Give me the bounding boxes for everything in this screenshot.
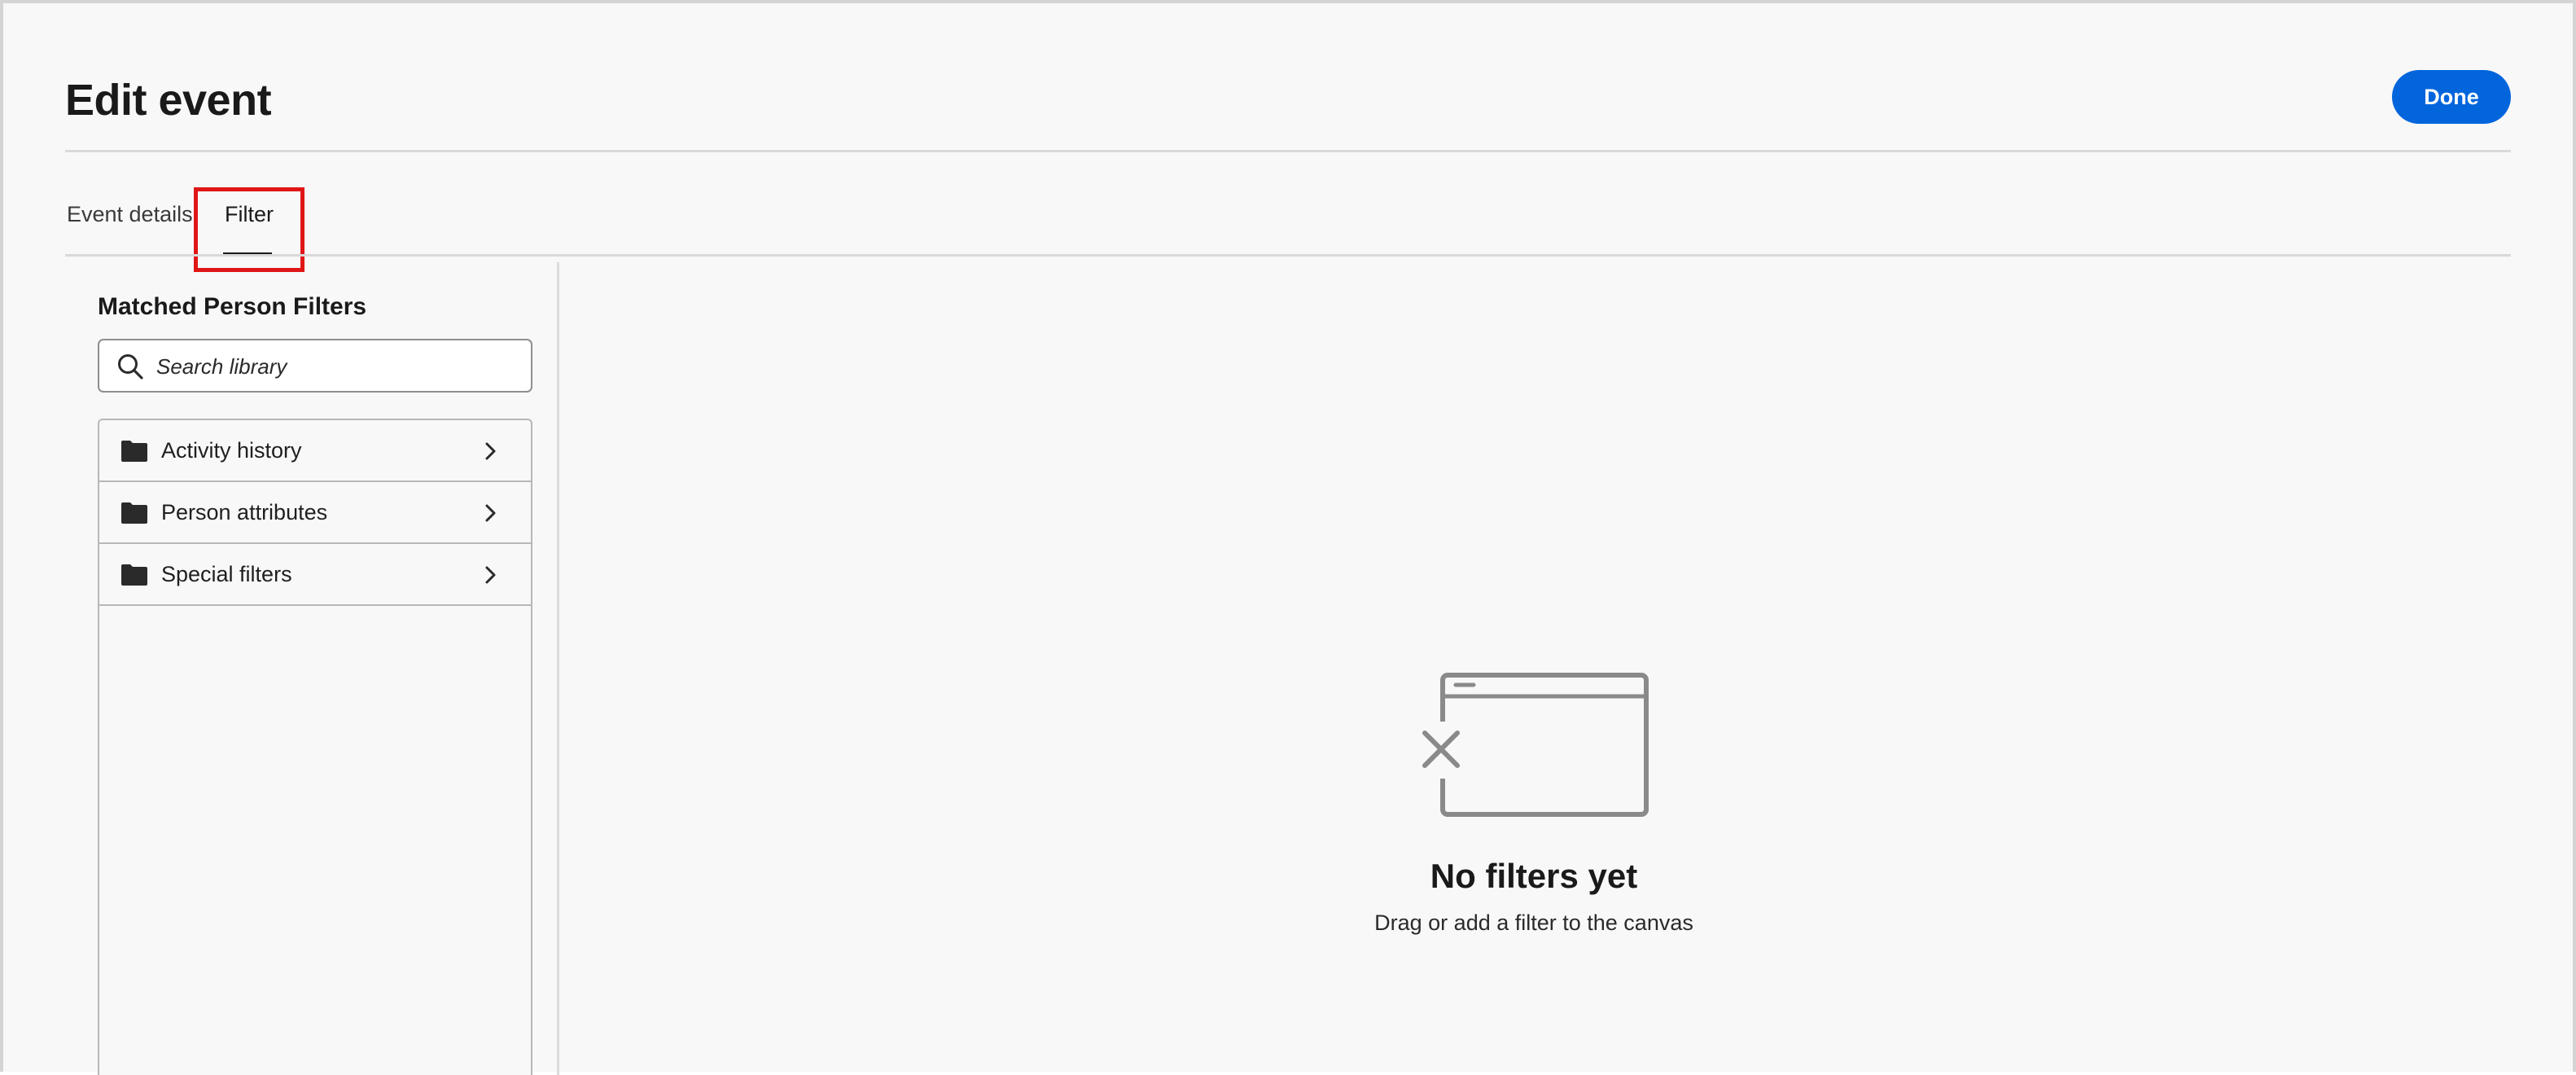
search-input[interactable] [156, 347, 515, 386]
search-icon [118, 354, 143, 380]
list-item-label: Special filters [161, 562, 292, 586]
done-button[interactable]: Done [2392, 70, 2511, 124]
empty-state-title: No filters yet [1430, 857, 1638, 895]
list-item-special-filters[interactable]: Special filters [99, 544, 531, 606]
search-field[interactable] [98, 339, 532, 393]
folder-icon [121, 564, 147, 586]
chevron-right-icon [485, 442, 496, 460]
header-divider [65, 150, 2511, 152]
panel-divider [557, 262, 559, 1075]
chevron-right-icon [485, 566, 496, 584]
chevron-right-icon [485, 504, 496, 522]
panel-heading: Matched Person Filters [98, 293, 367, 320]
list-item-label: Person attributes [161, 500, 328, 524]
list-item-activity-history[interactable]: Activity history [99, 420, 531, 482]
folder-icon [121, 441, 147, 462]
empty-state-subtitle: Drag or add a filter to the canvas [1374, 910, 1693, 935]
list-item-label: Activity history [161, 438, 302, 463]
tabs-divider [65, 254, 2511, 257]
page-title: Edit event [65, 76, 272, 125]
list-item-person-attributes[interactable]: Person attributes [99, 482, 531, 544]
folder-icon [121, 502, 147, 524]
empty-window-icon [1420, 673, 1649, 817]
tab-event-details[interactable]: Event details [67, 202, 193, 227]
filter-tab-highlight [194, 187, 304, 272]
edit-event-dialog: Edit event Done Event details Filter Mat… [0, 0, 2576, 1075]
filter-library-list: Activity history Person attributes Speci… [98, 419, 532, 1075]
